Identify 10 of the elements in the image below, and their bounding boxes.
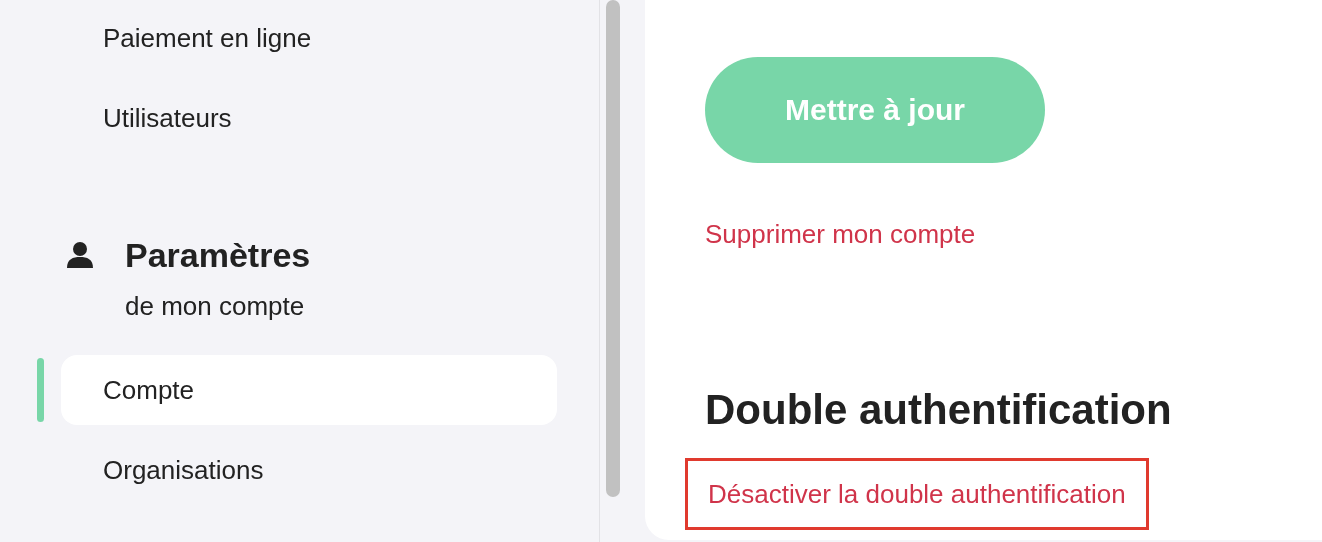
section-subtitle: de mon compte	[125, 290, 306, 323]
disable-2fa-link[interactable]: Désactiver la double authentification	[685, 458, 1149, 530]
sidebar-item[interactable]: Paiement en ligne	[37, 3, 557, 73]
scrollbar-thumb[interactable]	[606, 0, 620, 497]
section-title: Paramètres	[125, 235, 311, 275]
section-heading: Double authentification	[705, 385, 1172, 435]
sidebar-item[interactable]: Utilisateurs	[37, 83, 557, 153]
delete-account-link[interactable]: Supprimer mon compte	[705, 216, 976, 252]
sidebar-item[interactable]: Organisations	[37, 435, 557, 505]
person-icon	[65, 240, 95, 270]
